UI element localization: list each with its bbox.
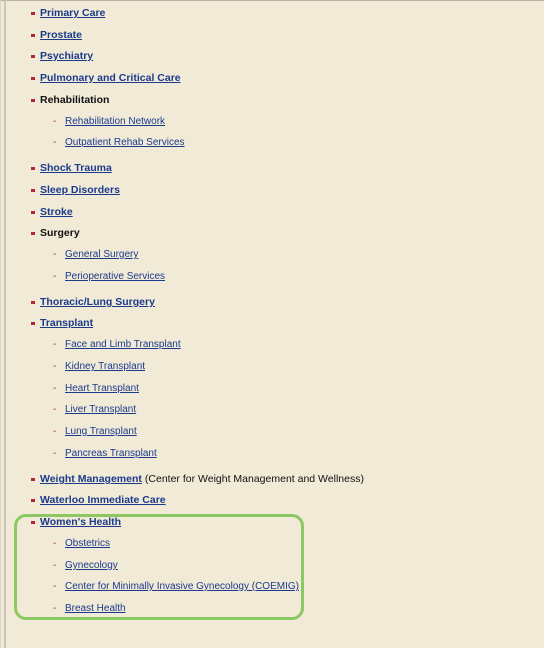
list-item-primary-care: Primary Care — [31, 7, 105, 19]
left-border — [4, 0, 6, 648]
link-pulmonary-and-critical-care[interactable]: Pulmonary and Critical Care — [40, 72, 181, 84]
square-bullet-icon — [31, 232, 35, 235]
sub-list-item-liver-transplant: - Liver Transplant — [53, 404, 136, 415]
square-bullet-icon — [31, 99, 35, 102]
dash-bullet-icon: - — [53, 426, 57, 437]
link-general-surgery[interactable]: General Surgery — [65, 249, 138, 260]
list-item-waterloo-immediate-care: Waterloo Immediate Care — [31, 494, 166, 506]
sub-list-item-heart-transplant: - Heart Transplant — [53, 383, 139, 394]
sub-list-item-outpatient-rehab-services: - Outpatient Rehab Services — [53, 137, 185, 148]
dash-bullet-icon: - — [53, 339, 57, 350]
link-face-and-limb-transplant[interactable]: Face and Limb Transplant — [65, 339, 181, 350]
square-bullet-icon — [31, 478, 35, 481]
sub-list-item-face-and-limb-transplant: - Face and Limb Transplant — [53, 339, 181, 350]
dash-bullet-icon: - — [53, 137, 57, 148]
sub-list-item-pancreas-transplant: - Pancreas Transplant — [53, 448, 157, 459]
link-breast-health[interactable]: Breast Health — [65, 603, 126, 614]
list-item-psychiatry: Psychiatry — [31, 50, 93, 62]
link-liver-transplant[interactable]: Liver Transplant — [65, 404, 136, 415]
square-bullet-icon — [31, 34, 35, 37]
link-stroke[interactable]: Stroke — [40, 206, 73, 218]
sub-list-item-kidney-transplant: - Kidney Transplant — [53, 361, 145, 372]
square-bullet-icon — [31, 55, 35, 58]
square-bullet-icon — [31, 211, 35, 214]
square-bullet-icon — [31, 77, 35, 80]
link-obstetrics[interactable]: Obstetrics — [65, 538, 110, 549]
list-item-prostate: Prostate — [31, 29, 82, 41]
sub-list-item-perioperative-services: - Perioperative Services — [53, 271, 165, 282]
list-item-transplant: Transplant — [31, 317, 93, 329]
link-sleep-disorders[interactable]: Sleep Disorders — [40, 184, 120, 196]
dash-bullet-icon: - — [53, 538, 57, 549]
sub-list-item-gynecology: - Gynecology — [53, 560, 118, 571]
dash-bullet-icon: - — [53, 361, 57, 372]
sub-list-item-breast-health: - Breast Health — [53, 603, 126, 614]
square-bullet-icon — [31, 167, 35, 170]
heading-rehabilitation: Rehabilitation — [40, 94, 110, 106]
left-border-outer — [0, 0, 1, 648]
dash-bullet-icon: - — [53, 603, 57, 614]
dash-bullet-icon: - — [53, 271, 57, 282]
link-prostate[interactable]: Prostate — [40, 29, 82, 41]
sub-list-item-rehabilitation-network: - Rehabilitation Network — [53, 116, 165, 127]
dash-bullet-icon: - — [53, 581, 57, 592]
square-bullet-icon — [31, 189, 35, 192]
square-bullet-icon — [31, 12, 35, 15]
link-waterloo-immediate-care[interactable]: Waterloo Immediate Care — [40, 494, 166, 506]
list-item-pulmonary-and-critical-care: Pulmonary and Critical Care — [31, 72, 181, 84]
heading-surgery: Surgery — [40, 227, 80, 239]
list-item-weight-management: Weight Management (Center for Weight Mana… — [31, 473, 364, 485]
list-item-rehabilitation: Rehabilitation — [31, 94, 109, 106]
list-item-thoracic-lung-surgery: Thoracic/Lung Surgery — [31, 296, 155, 308]
link-psychiatry[interactable]: Psychiatry — [40, 50, 93, 62]
dash-bullet-icon: - — [53, 249, 57, 260]
link-center-for-minimally-invasive-gynecology-coemig[interactable]: Center for Minimally Invasive Gynecology… — [65, 581, 299, 592]
sub-list-item-obstetrics: - Obstetrics — [53, 538, 110, 549]
link-outpatient-rehab-services[interactable]: Outpatient Rehab Services — [65, 137, 185, 148]
link-transplant[interactable]: Transplant — [40, 317, 93, 329]
link-women-s-health[interactable]: Women's Health — [40, 516, 121, 528]
dash-bullet-icon: - — [53, 560, 57, 571]
link-perioperative-services[interactable]: Perioperative Services — [65, 271, 165, 282]
sub-list-item-general-surgery: - General Surgery — [53, 249, 138, 260]
link-lung-transplant[interactable]: Lung Transplant — [65, 426, 137, 437]
sub-list-item-lung-transplant: - Lung Transplant — [53, 426, 137, 437]
top-border — [0, 0, 544, 1]
link-rehabilitation-network[interactable]: Rehabilitation Network — [65, 116, 165, 127]
list-item-women-s-health: Women's Health — [31, 516, 121, 528]
list-item-stroke: Stroke — [31, 206, 73, 218]
sub-list-item-center-for-minimally-invasive-gynecology-coemig: - Center for Minimally Invasive Gynecolog… — [53, 581, 299, 592]
square-bullet-icon — [31, 301, 35, 304]
dash-bullet-icon: - — [53, 404, 57, 415]
link-kidney-transplant[interactable]: Kidney Transplant — [65, 361, 145, 372]
link-heart-transplant[interactable]: Heart Transplant — [65, 383, 139, 394]
link-pancreas-transplant[interactable]: Pancreas Transplant — [65, 448, 157, 459]
dash-bullet-icon: - — [53, 383, 57, 394]
list-item-surgery: Surgery — [31, 227, 80, 239]
square-bullet-icon — [31, 322, 35, 325]
link-gynecology[interactable]: Gynecology — [65, 560, 118, 571]
link-primary-care[interactable]: Primary Care — [40, 7, 105, 19]
dash-bullet-icon: - — [53, 116, 57, 127]
square-bullet-icon — [31, 499, 35, 502]
list-item-sleep-disorders: Sleep Disorders — [31, 184, 120, 196]
dash-bullet-icon: - — [53, 448, 57, 459]
link-shock-trauma[interactable]: Shock Trauma — [40, 162, 112, 174]
link-thoracic-lung-surgery[interactable]: Thoracic/Lung Surgery — [40, 296, 155, 308]
item-description: (Center for Weight Management and Wellne… — [144, 473, 364, 485]
link-weight-management[interactable]: Weight Management — [40, 473, 142, 485]
square-bullet-icon — [31, 521, 35, 524]
list-item-shock-trauma: Shock Trauma — [31, 162, 112, 174]
